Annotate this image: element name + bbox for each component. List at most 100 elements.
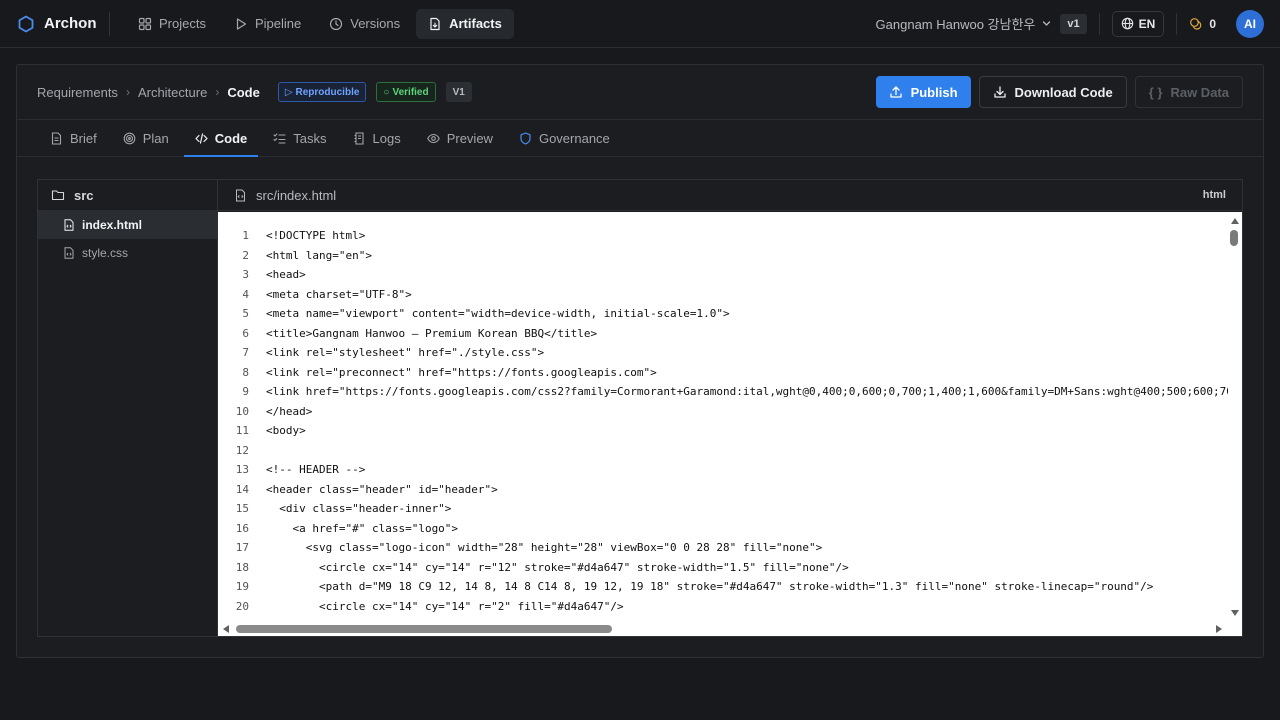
coins-icon (1189, 17, 1203, 31)
version-badge: V1 (445, 82, 472, 102)
tab-label: Plan (142, 130, 169, 146)
line-number: 5 (242, 307, 249, 321)
code-line: 2 <html lang="en"> (218, 246, 1228, 266)
code-line: 12 (218, 441, 1228, 461)
line-number: 14 (235, 482, 249, 496)
nav-artifacts[interactable]: Artifacts (416, 8, 514, 39)
project-name: Gangnam Hanwoo 강남한우 (875, 17, 1036, 32)
file-name: style.css (82, 246, 129, 260)
nav-pipeline[interactable]: Pipeline (222, 9, 313, 39)
tab-bar: Brief Plan Code Tasks Logs Preview Gover… (17, 119, 1263, 157)
line-text: <path d="M9 18 C9 12, 14 8, 14 8 C14 8, … (266, 580, 1154, 594)
language-tag: html (1202, 189, 1226, 201)
play-icon (234, 17, 248, 31)
line-text: <a href="#" class="logo"> (266, 521, 459, 535)
avatar[interactable]: AI (1236, 9, 1264, 38)
line-number: 2 (242, 248, 249, 262)
tab-preview[interactable]: Preview (416, 120, 504, 156)
line-text: <!-- HEADER --> (266, 463, 366, 477)
code-area[interactable]: 1 <!DOCTYPE html> 2 <html lang="en"> 3 <hea… (218, 212, 1228, 622)
publish-button[interactable]: Publish (875, 76, 971, 108)
code-lines: 1 <!DOCTYPE html> 2 <html lang="en"> 3 <hea… (218, 226, 1228, 616)
play-icon: ▷ (284, 86, 293, 98)
nav-versions[interactable]: Versions (317, 9, 412, 39)
line-number: 4 (242, 287, 249, 301)
vertical-scrollbar[interactable] (1228, 212, 1242, 622)
file-item-index-html[interactable]: index.html (38, 211, 217, 239)
line-number: 9 (242, 385, 249, 399)
scroll-right-arrow-icon[interactable] (1216, 625, 1222, 633)
top-right: Gangnam Hanwoo 강남한우 v1 EN 0 AI (876, 0, 1280, 48)
scrollbar-thumb[interactable] (1230, 230, 1238, 246)
line-number: 15 (235, 502, 249, 516)
scroll-left-arrow-icon[interactable] (223, 625, 229, 633)
credits[interactable]: 0 (1189, 17, 1216, 31)
line-number: 17 (235, 541, 249, 555)
folder-name: src (74, 187, 94, 203)
logs-icon (353, 131, 366, 145)
tab-code[interactable]: Code (183, 120, 259, 157)
code-line: 16 <a href="#" class="logo"> (218, 519, 1228, 539)
code-line: 8 <link rel="preconnect" href="https://fo… (218, 363, 1228, 383)
tab-governance[interactable]: Governance (508, 120, 621, 156)
download-code-button[interactable]: Download Code (978, 76, 1127, 108)
tab-tasks[interactable]: Tasks (262, 120, 337, 156)
raw-data-label: Raw Data (1170, 84, 1229, 100)
breadcrumb-architecture[interactable]: Architecture (138, 85, 207, 100)
folder-header[interactable]: src (38, 180, 217, 211)
file-name: index.html (82, 218, 143, 232)
raw-data-button[interactable]: { } Raw Data (1134, 76, 1243, 108)
horizontal-scrollbar[interactable] (218, 622, 1242, 636)
target-icon (123, 132, 136, 145)
reproducible-badge: ▷ Reproducible (277, 82, 367, 102)
publish-label: Publish (910, 84, 958, 100)
divider (1176, 12, 1178, 35)
file-item-style-css[interactable]: style.css (38, 239, 217, 267)
chevron-down-icon (1041, 18, 1052, 29)
line-text: <circle cx="14" cy="14" r="2" fill="#d4a… (266, 599, 624, 613)
folder-icon (51, 188, 65, 202)
code-line: 4 <meta charset="UTF-8"> (218, 285, 1228, 305)
shield-icon (519, 131, 532, 145)
editor-header: src/index.html html (218, 180, 1242, 211)
globe-icon (1121, 17, 1134, 30)
line-text: <svg class="logo-icon" width="28" height… (266, 541, 823, 555)
main-nav: Projects Pipeline Versions Artifacts (126, 8, 514, 39)
checklist-icon (273, 132, 286, 145)
scroll-up-arrow-icon[interactable] (1231, 218, 1239, 224)
brand[interactable]: Archon (17, 15, 109, 33)
download-icon (993, 85, 1007, 99)
tab-plan[interactable]: Plan (112, 120, 180, 156)
tab-brief[interactable]: Brief (39, 120, 108, 156)
project-selector[interactable]: Gangnam Hanwoo 강남한우 (876, 14, 1053, 33)
file-code-icon (234, 189, 247, 202)
code-line: 11 <body> (218, 421, 1228, 441)
code-line: 1 <!DOCTYPE html> (218, 226, 1228, 246)
top-bar: Archon Projects Pipeline Versions Artifa… (0, 0, 1280, 48)
line-text: <link href="https://fonts.googleapis.com… (266, 385, 1228, 399)
code-line: 19 <path d="M9 18 C9 12, 14 8, 14 8 C14 … (218, 577, 1228, 597)
tab-logs[interactable]: Logs (342, 120, 412, 156)
breadcrumb-requirements[interactable]: Requirements (37, 85, 118, 100)
line-text: <body> (266, 424, 306, 438)
tab-label: Logs (372, 130, 401, 146)
tab-label: Brief (70, 130, 97, 146)
scroll-down-arrow-icon[interactable] (1231, 610, 1239, 616)
code-line: 20 <circle cx="14" cy="14" r="2" fill="#… (218, 597, 1228, 617)
language-switcher[interactable]: EN (1111, 10, 1165, 37)
code-workspace: src index.html style.css src/index.html … (37, 179, 1243, 637)
credits-count: 0 (1209, 16, 1216, 31)
code-line: 17 <svg class="logo-icon" width="28" hei… (218, 538, 1228, 558)
line-number: 13 (235, 463, 249, 477)
artifact-panel: Requirements › Architecture › Code ▷ Rep… (16, 64, 1264, 658)
line-number: 8 (242, 365, 249, 379)
line-text: <link rel="stylesheet" href="./style.css… (266, 346, 545, 360)
line-text: </head> (266, 404, 313, 418)
breadcrumb: Requirements › Architecture › Code (37, 85, 260, 100)
line-number: 16 (235, 521, 249, 535)
line-text: <meta name="viewport" content="width=dev… (266, 307, 730, 321)
scrollbar-thumb[interactable] (236, 625, 612, 633)
reproducible-label: Reproducible (295, 86, 360, 98)
nav-projects[interactable]: Projects (126, 9, 218, 39)
breadcrumb-separator-icon: › (215, 85, 220, 99)
